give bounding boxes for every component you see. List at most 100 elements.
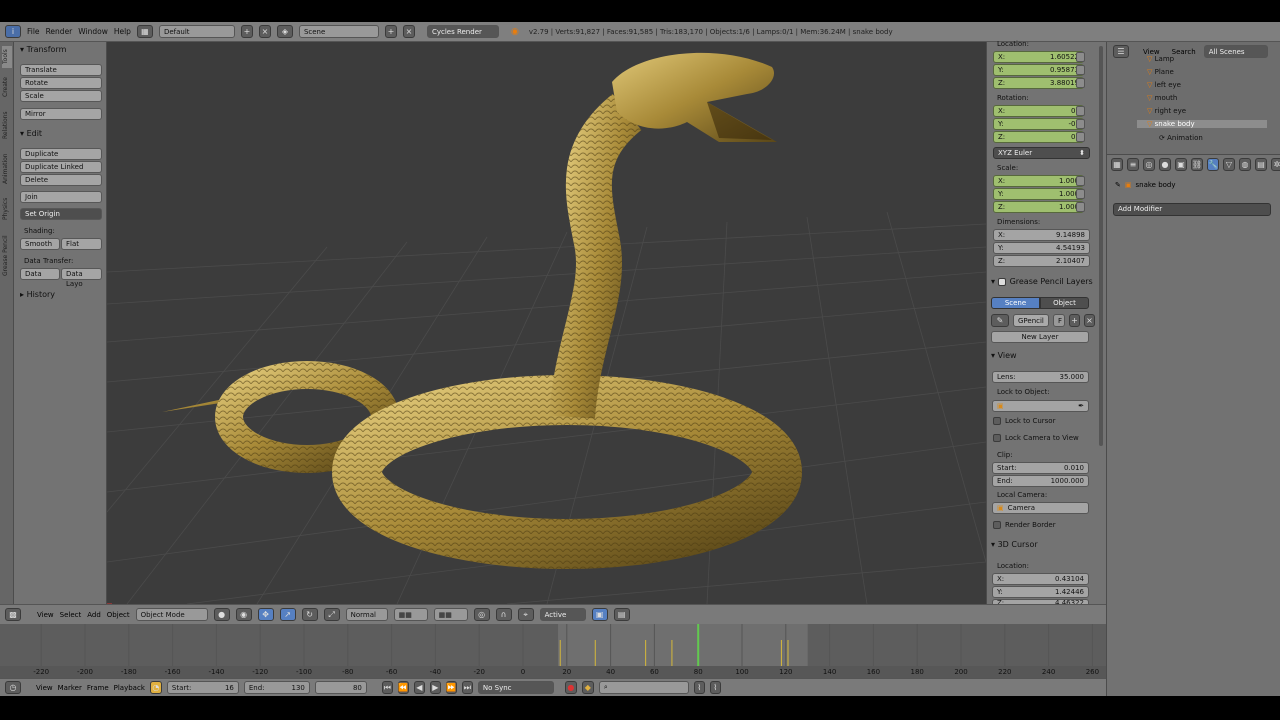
outliner-item-plane[interactable]: ▽ Plane xyxy=(1147,68,1174,76)
manipulator-icon[interactable]: ✥ xyxy=(257,608,274,621)
outliner-item-lamp[interactable]: ▽ Lamp xyxy=(1147,55,1174,63)
menu-window[interactable]: Window xyxy=(78,27,108,36)
dimension-x-field[interactable]: X: 9.14898 xyxy=(993,229,1090,241)
timeline-menu-frame[interactable]: Frame xyxy=(87,684,109,692)
lock-scale-z-icon[interactable] xyxy=(1076,202,1085,212)
lock-location-x-icon[interactable] xyxy=(1076,52,1085,62)
render-preview-icon[interactable]: ▣ xyxy=(591,608,608,621)
render-border-checkbox[interactable]: Render Border xyxy=(993,521,1056,529)
modifiers-tab-icon[interactable]: 🔧 xyxy=(1207,158,1219,171)
view-panel-header[interactable]: ▾ View xyxy=(991,351,1017,360)
local-camera-field[interactable]: ▣ Camera xyxy=(992,502,1089,514)
gpencil-fake-user-button[interactable]: F xyxy=(1053,314,1065,327)
outliner-item-left-eye[interactable]: ▽ left eye xyxy=(1147,81,1181,89)
menu-render[interactable]: Render xyxy=(46,27,73,36)
timeline-menu-marker[interactable]: Marker xyxy=(58,684,82,692)
object-tab-icon[interactable]: ▣ xyxy=(1175,158,1187,171)
rotate-button[interactable]: Rotate xyxy=(20,77,102,89)
rotation-z-field[interactable]: Z:0° xyxy=(993,131,1084,143)
menu-help[interactable]: Help xyxy=(114,27,131,36)
outliner-item-animation[interactable]: ⟳ Animation xyxy=(1159,134,1203,142)
scene-tab-icon[interactable]: ◎ xyxy=(1143,158,1155,171)
scene-layers-grid-2[interactable]: ▦▦ xyxy=(433,608,468,621)
render-tab-icon[interactable]: ▦ xyxy=(1111,158,1123,171)
pin-icon[interactable]: ✎ xyxy=(1115,181,1121,189)
location-y-field[interactable]: Y: 0.95873 xyxy=(993,64,1084,76)
play-icon[interactable]: ▶ xyxy=(429,681,441,694)
jump-key-forward-icon[interactable]: ⏩ xyxy=(445,681,457,694)
scale-x-field[interactable]: X: 1.000 xyxy=(993,175,1084,187)
lock-to-cursor-checkbox[interactable]: Lock to Cursor xyxy=(993,417,1055,425)
gpencil-add-icon[interactable]: + xyxy=(1069,314,1080,327)
transform-orientation-dropdown[interactable]: Normal xyxy=(345,608,388,621)
scale-z-field[interactable]: Z: 1.000 xyxy=(993,201,1084,213)
tab-grease-pencil[interactable]: Grease Pencil xyxy=(2,230,12,282)
set-origin-dropdown[interactable]: Set Origin xyxy=(20,208,102,220)
lock-rotation-z-icon[interactable] xyxy=(1076,132,1085,142)
world-tab-icon[interactable]: ● xyxy=(1159,158,1171,171)
grease-pencil-panel-header[interactable]: ▾ Grease Pencil Layers xyxy=(991,277,1093,286)
sync-mode-dropdown[interactable]: No Sync xyxy=(477,681,554,694)
keying-set-field[interactable]: ⌕ xyxy=(598,681,689,694)
gpencil-remove-icon[interactable]: × xyxy=(1084,314,1095,327)
delete-button[interactable]: Delete xyxy=(20,174,102,186)
jump-key-back-icon[interactable]: ⏪ xyxy=(397,681,409,694)
tab-animation[interactable]: Animation xyxy=(2,148,12,190)
current-frame-field[interactable]: 80 xyxy=(314,681,367,694)
outliner-editor-icon[interactable]: ☰ xyxy=(1113,45,1129,58)
clip-start-field[interactable]: Start: 0.010 xyxy=(992,462,1089,474)
rotate-manipulator-icon[interactable]: ↻ xyxy=(301,608,318,621)
rotation-mode-dropdown[interactable]: XYZ Euler ⬍ xyxy=(993,147,1090,159)
outliner-search-menu[interactable]: Search xyxy=(1172,48,1196,56)
outliner-item-snake-body[interactable]: ▽ snake body xyxy=(1137,120,1267,128)
viewport-menu-object[interactable]: Object xyxy=(107,611,130,619)
viewport-menu-select[interactable]: Select xyxy=(60,611,82,619)
lock-rotation-y-icon[interactable] xyxy=(1076,119,1085,129)
info-editor-icon[interactable]: i xyxy=(5,25,21,38)
data-transfer-button[interactable]: Data xyxy=(20,268,60,280)
rotation-y-field[interactable]: Y: -0° xyxy=(993,118,1084,130)
smooth-button[interactable]: Smooth xyxy=(20,238,60,250)
dimension-y-field[interactable]: Y: 4.54193 xyxy=(993,242,1090,254)
scale-button[interactable]: Scale xyxy=(20,90,102,102)
gp-scene-tab[interactable]: Scene xyxy=(991,297,1040,309)
timeline-editor-icon[interactable]: ◷ xyxy=(5,681,21,694)
timeline-menu-view[interactable]: View xyxy=(36,684,53,692)
lock-scale-x-icon[interactable] xyxy=(1076,176,1085,186)
outliner-display-mode[interactable]: All Scenes xyxy=(1203,45,1268,58)
duplicate-linked-button[interactable]: Duplicate Linked xyxy=(20,161,102,173)
dimension-z-field[interactable]: Z: 2.10407 xyxy=(993,255,1090,267)
snap-icon[interactable]: ⌖ xyxy=(517,608,534,621)
viewport-shading-icon[interactable]: ● xyxy=(213,608,230,621)
gpencil-icon[interactable]: ✎ xyxy=(991,314,1009,327)
timeline-menu-playback[interactable]: Playback xyxy=(114,684,145,692)
constraints-tab-icon[interactable]: ⛓ xyxy=(1191,158,1203,171)
pivot-point-icon[interactable]: ◉ xyxy=(235,608,252,621)
duplicate-button[interactable]: Duplicate xyxy=(20,148,102,160)
render-engine-selector[interactable]: Cycles Render xyxy=(426,25,499,38)
jump-end-icon[interactable]: ⏭ xyxy=(461,681,473,694)
join-button[interactable]: Join xyxy=(20,191,102,203)
lock-camera-checkbox[interactable]: Lock Camera to View xyxy=(993,434,1079,442)
timeline[interactable]: -220 -200 -180 -160 -140 -120 -100 -80 -60 -40 -20… xyxy=(0,624,1106,678)
translate-button[interactable]: Translate xyxy=(20,64,102,76)
new-layer-button[interactable]: New Layer xyxy=(991,331,1089,343)
menu-file[interactable]: File xyxy=(27,27,40,36)
location-x-field[interactable]: X: 1.60522 xyxy=(993,51,1084,63)
scene-icon[interactable]: ◈ xyxy=(276,25,293,38)
lock-to-cursor-box[interactable] xyxy=(993,417,1001,425)
end-frame-field[interactable]: End: 130 xyxy=(243,681,310,694)
translate-manipulator-icon[interactable]: ↗ xyxy=(279,608,296,621)
layout-selector[interactable]: Default xyxy=(158,25,235,38)
lock-rotation-x-icon[interactable] xyxy=(1076,106,1085,116)
clip-end-field[interactable]: End: 1000.000 xyxy=(992,475,1089,487)
add-modifier-dropdown[interactable]: Add Modifier xyxy=(1113,203,1271,216)
record-icon[interactable]: ● xyxy=(564,681,577,694)
lock-location-y-icon[interactable] xyxy=(1076,65,1085,75)
tab-tools[interactable]: Tools xyxy=(2,46,12,68)
data-layout-button[interactable]: Data Layo xyxy=(61,268,102,288)
particles-tab-icon[interactable]: ✲ xyxy=(1271,158,1280,171)
layers-tab-icon[interactable]: ≡ xyxy=(1127,158,1139,171)
scene-remove-icon[interactable]: × xyxy=(402,25,415,38)
interaction-mode-dropdown[interactable]: Object Mode xyxy=(135,608,208,621)
